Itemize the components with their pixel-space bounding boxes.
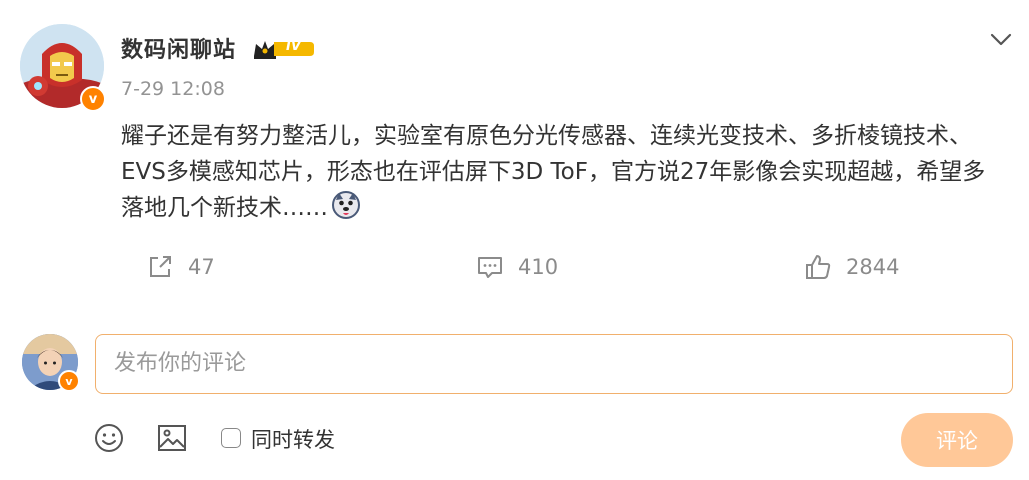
post-timestamp[interactable]: 7-29 12:08	[121, 78, 225, 100]
emoji-icon	[95, 424, 123, 452]
like-count: 2844	[846, 255, 900, 279]
level-badge: IV	[252, 36, 316, 66]
image-upload-button[interactable]	[156, 422, 188, 458]
like-icon	[806, 255, 831, 279]
more-options-button[interactable]	[988, 26, 1014, 52]
repost-button[interactable]: 47	[146, 252, 215, 282]
repost-icon	[150, 256, 171, 277]
post-text: 耀子还是有努力整活儿，实验室有原色分光传感器、连续光变技术、多折棱镜技术、EVS…	[121, 123, 986, 221]
like-button[interactable]: 2844	[804, 252, 899, 282]
submit-comment-button[interactable]: 评论	[901, 413, 1013, 467]
image-icon	[158, 425, 186, 451]
comment-icon	[478, 257, 502, 278]
level-badge-text: IV	[286, 39, 301, 54]
author-name[interactable]: 数码闲聊站	[121, 32, 236, 64]
comment-button[interactable]: 410	[476, 252, 558, 282]
also-repost-checkbox[interactable]	[221, 428, 241, 448]
chevron-down-icon	[990, 33, 1012, 46]
crown-level-icon	[254, 41, 314, 59]
comment-count: 410	[518, 255, 559, 279]
doge-emoji-icon	[332, 191, 360, 219]
also-repost-label[interactable]: 同时转发	[251, 424, 335, 454]
repost-count: 47	[188, 255, 215, 279]
post-body: 耀子还是有努力整活儿，实验室有原色分光传感器、连续光变技术、多折棱镜技术、EVS…	[121, 118, 991, 226]
user-verified-badge: v	[58, 370, 80, 392]
emoji-picker-button[interactable]	[93, 422, 125, 458]
comment-input-box[interactable]	[95, 334, 1013, 394]
verified-badge: v	[80, 86, 106, 112]
comment-input[interactable]	[96, 335, 994, 391]
doge-emoji	[331, 190, 361, 220]
